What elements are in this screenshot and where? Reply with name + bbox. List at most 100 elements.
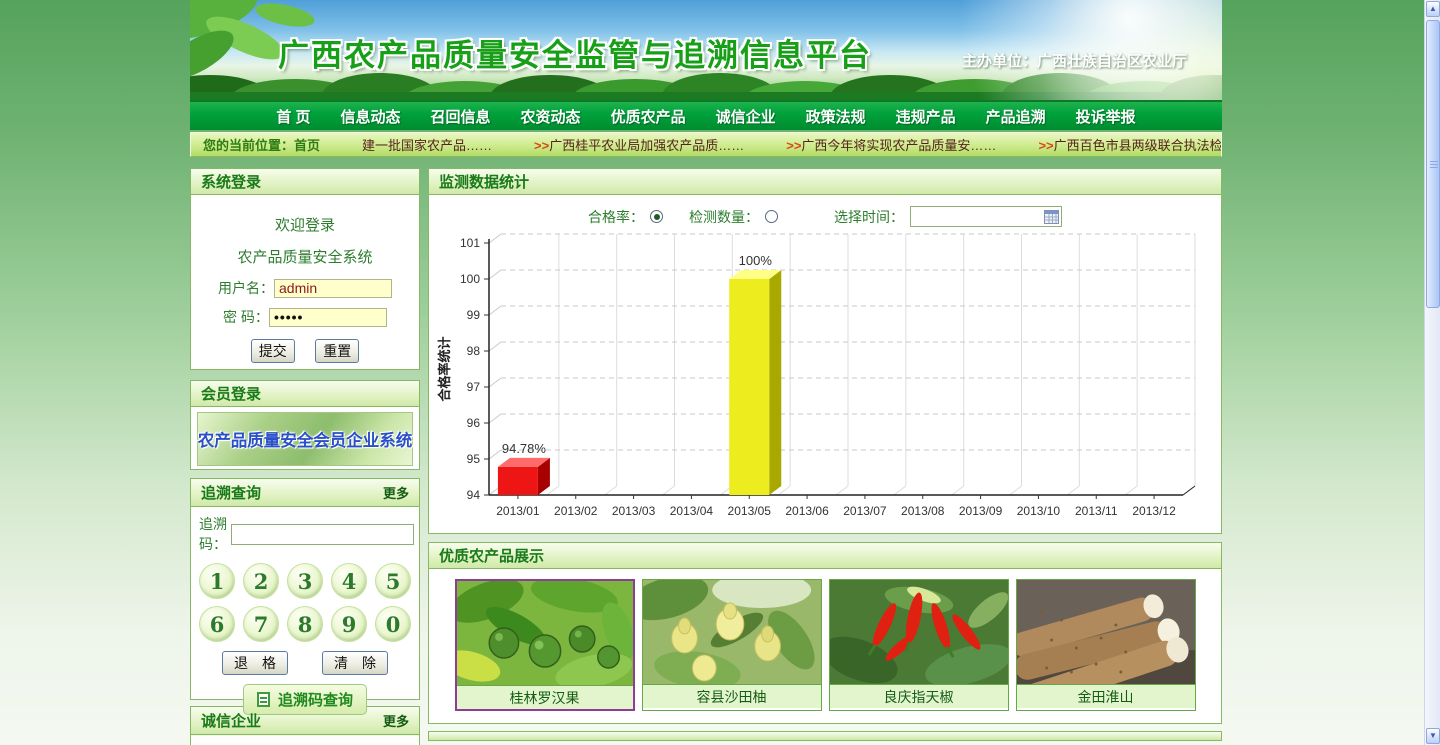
sidebar: 系统登录 欢迎登录 农产品质量安全系统 用户名： 密 码： <box>190 168 420 745</box>
trace-query-panel: 追溯查询 更多 追溯码： 12345 67890 退 格 清 除 <box>190 478 420 700</box>
honest-enterprise-body <box>191 735 419 745</box>
system-login-title: 系统登录 <box>201 171 261 192</box>
member-banner-text: 农产品质量安全会员企业系统 <box>198 427 413 451</box>
ticker-link[interactable]: 建一批国家农产品…… <box>362 138 492 153</box>
product-card-yam[interactable]: 金田淮山 <box>1016 579 1196 711</box>
pass-rate-label: 合格率： <box>588 207 644 227</box>
svg-text:96: 96 <box>467 416 481 430</box>
scroll-down-button[interactable]: ▼ <box>1426 728 1440 744</box>
keypad-digit-3[interactable]: 3 <box>287 563 323 599</box>
trace-query-button-label: 追溯码查询 <box>278 689 353 710</box>
ticker-link[interactable]: 广西百色市县两级联合执法检…… <box>1054 138 1222 153</box>
nav-item[interactable]: 农资动态 <box>521 106 581 127</box>
monitor-header: 监测数据统计 <box>429 169 1221 195</box>
trace-query-header: 追溯查询 更多 <box>191 479 419 507</box>
product-name: 良庆指天椒 <box>830 684 1008 708</box>
pass-rate-radio[interactable] <box>650 210 663 223</box>
clear-button[interactable]: 清 除 <box>322 651 388 675</box>
system-name-text: 农产品质量安全系统 <box>191 246 419 267</box>
calendar-icon[interactable] <box>1044 210 1059 224</box>
scroll-thumb[interactable] <box>1426 20 1440 308</box>
nav-item[interactable]: 首 页 <box>276 106 310 127</box>
svg-text:2013/12: 2013/12 <box>1132 504 1176 518</box>
keypad-digit-1[interactable]: 1 <box>199 563 235 599</box>
backspace-button[interactable]: 退 格 <box>222 651 288 675</box>
nav-item[interactable]: 召回信息 <box>431 106 491 127</box>
chili-image <box>830 580 1008 684</box>
member-login-title: 会员登录 <box>201 383 261 404</box>
password-label: 密 码： <box>223 307 269 327</box>
username-label: 用户名： <box>218 278 274 298</box>
product-card-luohanguo[interactable]: 桂林罗汉果 <box>455 579 635 711</box>
product-card-chili[interactable]: 良庆指天椒 <box>829 579 1009 711</box>
site-organizer: 主办单位：广西壮族自治区农业厅 <box>962 50 1187 71</box>
username-field[interactable] <box>274 279 392 298</box>
site-banner: 广西农产品质量安全监管与追溯信息平台 主办单位：广西壮族自治区农业厅 <box>190 0 1222 100</box>
ticker-item[interactable]: >>广西桂平农业局加强农产品质…… <box>534 135 744 154</box>
nav-item[interactable]: 产品追溯 <box>986 106 1046 127</box>
site-container: 广西农产品质量安全监管与追溯信息平台 主办单位：广西壮族自治区农业厅 首 页 信息… <box>190 0 1222 745</box>
svg-text:99: 99 <box>467 308 481 322</box>
product-card-pomelo[interactable]: 容县沙田柚 <box>642 579 822 711</box>
nav-menu: 首 页 信息动态 召回信息 农资动态 优质农产品 诚信企业 政策法规 违规产品 产品追溯 投诉举报 <box>190 100 1222 130</box>
svg-text:94: 94 <box>467 488 481 502</box>
ticker-item[interactable]: 建一批国家农产品…… <box>362 135 492 154</box>
nav-item[interactable]: 投诉举报 <box>1076 106 1136 127</box>
ticker-item[interactable]: >>广西今年将实现农产品质量安…… <box>786 135 996 154</box>
products-header: 优质农产品展示 <box>429 543 1221 569</box>
svg-text:2013/01: 2013/01 <box>496 504 540 518</box>
count-label: 检测数量： <box>689 207 759 227</box>
pass-rate-chart: 9495969798991001012013/012013/022013/032… <box>433 229 1221 529</box>
time-input[interactable] <box>910 206 1062 227</box>
trace-more-link[interactable]: 更多 <box>383 483 409 502</box>
member-system-banner[interactable]: 农产品质量安全会员企业系统 <box>197 412 413 466</box>
product-cards: 桂林罗汉果 <box>429 569 1221 723</box>
scroll-up-button[interactable]: ▲ <box>1426 1 1440 17</box>
keypad-digit-7[interactable]: 7 <box>243 606 279 642</box>
keypad-digit-5[interactable]: 5 <box>375 563 411 599</box>
trace-query-button[interactable]: 追溯码查询 <box>243 684 367 715</box>
keypad-digit-2[interactable]: 2 <box>243 563 279 599</box>
nav-item[interactable]: 违规产品 <box>896 106 956 127</box>
submit-button[interactable]: 提交 <box>251 339 295 363</box>
keypad-digit-6[interactable]: 6 <box>199 606 235 642</box>
keypad: 12345 67890 <box>199 563 411 642</box>
trace-code-label: 追溯码： <box>199 514 227 554</box>
main-column: 监测数据统计 合格率： 检测数量： 选择时间： <box>428 168 1222 741</box>
welcome-text: 欢迎登录 <box>191 214 419 235</box>
keypad-digit-0[interactable]: 0 <box>375 606 411 642</box>
nav-item[interactable]: 信息动态 <box>341 106 401 127</box>
keypad-digit-9[interactable]: 9 <box>331 606 367 642</box>
luohanguo-image <box>457 581 633 685</box>
breadcrumb-ticker-bar: 您的当前位置：首页 建一批国家农产品……>>广西桂平农业局加强农产品质……>>广… <box>190 132 1222 157</box>
news-ticker: 建一批国家农产品…… >>广西桂平农业局加强农产品质…… >>广西今年将实现农产品质… <box>320 135 1222 154</box>
time-label: 选择时间： <box>834 207 904 227</box>
svg-text:97: 97 <box>467 380 481 394</box>
product-name: 桂林罗汉果 <box>457 685 633 709</box>
ticker-link[interactable]: 广西今年将实现农产品质量安…… <box>801 138 996 153</box>
pomelo-image <box>643 580 821 684</box>
trace-query-title: 追溯查询 <box>201 482 261 503</box>
svg-text:2013/06: 2013/06 <box>785 504 829 518</box>
product-name: 金田淮山 <box>1017 684 1195 708</box>
keypad-digit-8[interactable]: 8 <box>287 606 323 642</box>
ticker-item[interactable]: >>广西百色市县两级联合执法检…… <box>1038 135 1222 154</box>
password-field[interactable] <box>269 308 387 327</box>
vertical-scrollbar[interactable]: ▲ ▼ <box>1424 0 1440 745</box>
nav-item[interactable]: 政策法规 <box>806 106 866 127</box>
keypad-digit-4[interactable]: 4 <box>331 563 367 599</box>
trace-code-input[interactable] <box>231 524 414 545</box>
svg-text:2013/08: 2013/08 <box>901 504 945 518</box>
nav-item[interactable]: 诚信企业 <box>716 106 776 127</box>
svg-text:2013/10: 2013/10 <box>1017 504 1061 518</box>
svg-text:94.78%: 94.78% <box>502 441 547 456</box>
ticker-link[interactable]: 广西桂平农业局加强农产品质…… <box>549 138 744 153</box>
svg-text:合格率统计: 合格率统计 <box>437 336 452 401</box>
chart-controls: 合格率： 检测数量： 选择时间： <box>429 206 1221 227</box>
count-radio[interactable] <box>765 210 778 223</box>
honest-more-link[interactable]: 更多 <box>383 711 409 730</box>
reset-button[interactable]: 重置 <box>315 339 359 363</box>
system-login-panel: 系统登录 欢迎登录 农产品质量安全系统 用户名： 密 码： <box>190 168 420 370</box>
nav-item[interactable]: 优质农产品 <box>611 106 686 127</box>
document-icon <box>257 692 270 707</box>
